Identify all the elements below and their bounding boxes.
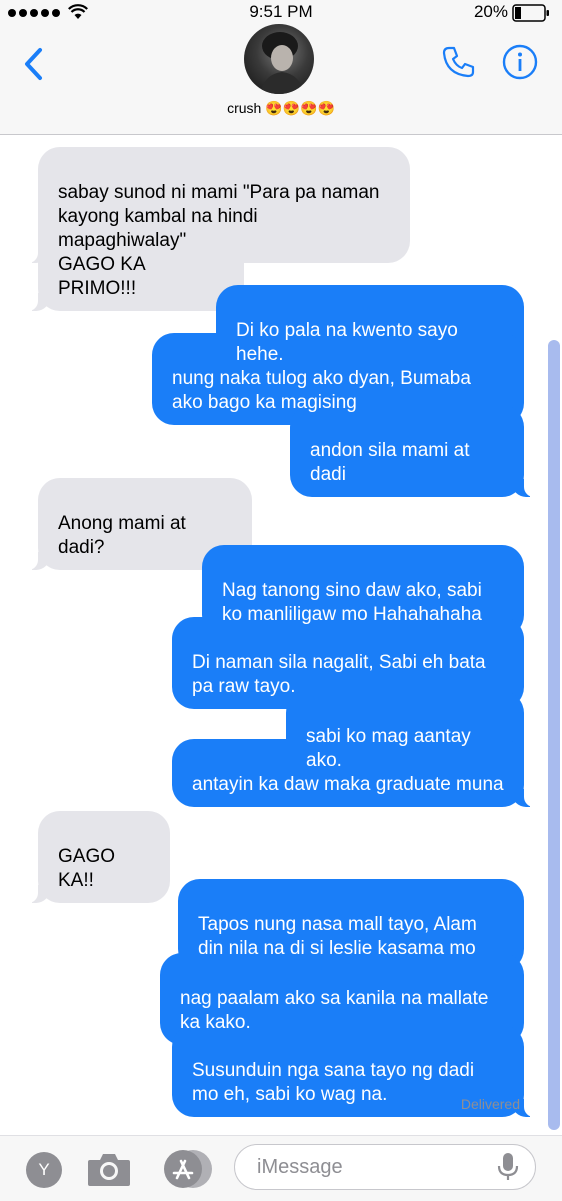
app-drawer-button[interactable]: Y [26, 1152, 62, 1188]
delivered-status: Delivered [460, 1096, 520, 1112]
conversation-header: crush 😍😍😍😍 [0, 24, 562, 135]
scrollbar[interactable] [548, 340, 560, 1130]
message-input-bar: Y iMessage [0, 1135, 562, 1201]
back-chevron-icon[interactable] [20, 44, 50, 84]
battery-icon [512, 4, 549, 22]
message-text: Susunduin nga sana tayo ng dadi mo eh, s… [192, 1060, 475, 1105]
sent-message[interactable]: Tapos nung nasa mall tayo, Alam din nila… [178, 879, 524, 971]
imessage-input[interactable]: iMessage [234, 1144, 536, 1190]
phone-icon[interactable] [440, 44, 476, 80]
battery-percentage: 20% [473, 2, 508, 21]
status-bar: 9:51 PM 20% [0, 0, 562, 24]
message-text: Nag tanong sino daw ako, sabi ko manlili… [222, 580, 482, 625]
contact-avatar[interactable] [244, 24, 314, 94]
imessage-placeholder: iMessage [257, 1156, 343, 1178]
message-text: antayin ka daw maka graduate muna [192, 774, 504, 795]
info-icon[interactable] [502, 44, 538, 80]
sent-message[interactable]: antayin ka daw maka graduate muna [172, 739, 536, 807]
sent-message[interactable]: Nag tanong sino daw ako, sabi ko manlili… [202, 545, 524, 637]
received-message[interactable]: GAGO KA!! [26, 811, 170, 903]
sent-message[interactable]: andon sila mami at dadi [290, 405, 536, 497]
message-text: GAGO KA PRIMO!!! [58, 254, 145, 299]
contact-name[interactable]: crush 😍😍😍😍 [0, 100, 562, 117]
message-text: Anong mami at dadi? [58, 513, 186, 558]
app-store-icon[interactable] [160, 1148, 212, 1190]
message-list[interactable]: sabay sunod ni mami "Para pa naman kayon… [0, 135, 562, 1135]
avatar-photo [260, 32, 304, 94]
microphone-icon[interactable] [497, 1152, 519, 1182]
camera-icon[interactable] [86, 1150, 132, 1188]
message-text: Tapos nung nasa mall tayo, Alam din nila… [198, 914, 477, 959]
message-text: andon sila mami at dadi [310, 440, 470, 485]
message-text: GAGO KA!! [58, 846, 116, 891]
